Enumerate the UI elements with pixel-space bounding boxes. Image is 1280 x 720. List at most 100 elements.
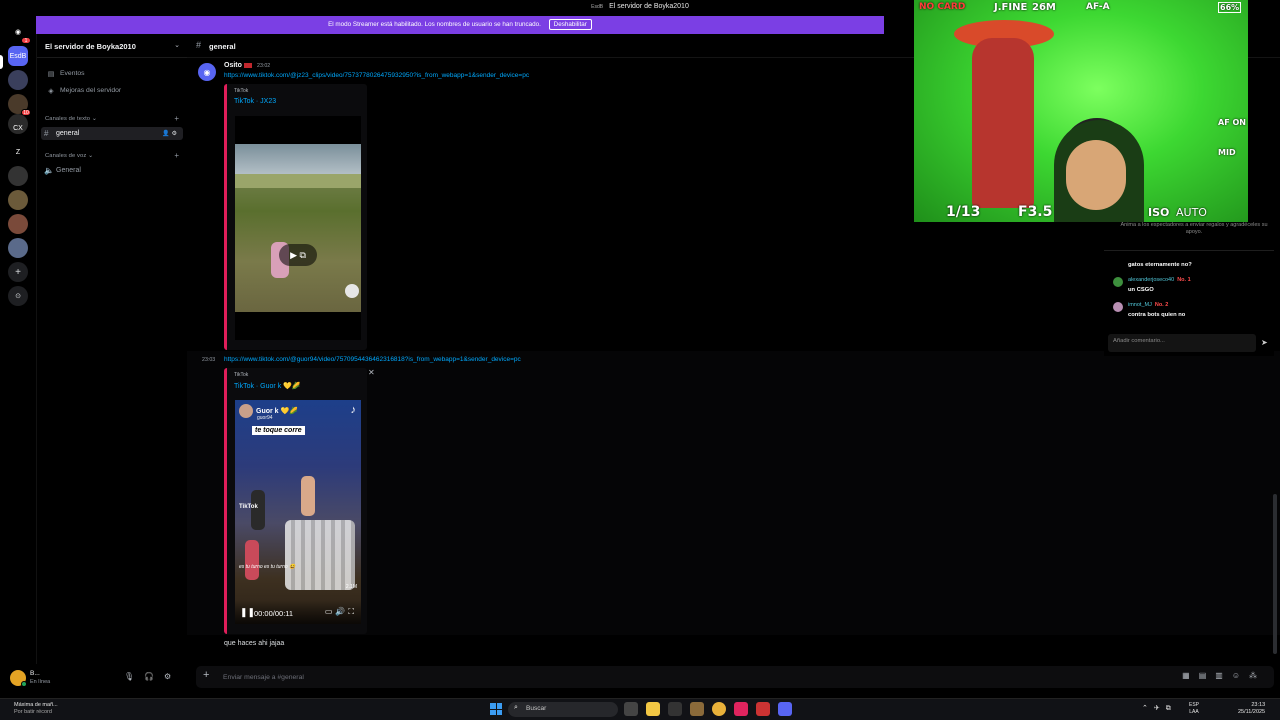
camera-no-card: NO CARD (919, 2, 966, 12)
close-icon[interactable]: ✕ (368, 368, 375, 377)
pause-icon[interactable]: ❚❚ (240, 607, 255, 618)
app-icon[interactable] (690, 702, 704, 716)
search-icon: ⌕ (514, 704, 518, 711)
microphone-icon[interactable]: 🎙 (124, 672, 134, 681)
message-input[interactable] (223, 671, 1123, 683)
chevron-down-icon: ⌄ (174, 42, 180, 49)
windows-start-icon[interactable] (490, 703, 502, 715)
comment-user[interactable]: imnot_MJ No. 2 (1128, 302, 1168, 308)
server-cx[interactable]: CX (8, 118, 28, 138)
discord-icon[interactable] (778, 702, 792, 716)
person-figure (245, 540, 259, 580)
channel-settings-icons[interactable]: 👤⚙ (162, 130, 179, 137)
comment-user[interactable]: alexanderjoseco40 No. 1 (1128, 277, 1191, 283)
avatar (239, 404, 253, 418)
attach-plus-icon[interactable]: + (203, 669, 209, 681)
widget-hint: Anima a los espectadores a enviar regalo… (1120, 222, 1268, 235)
message-link[interactable]: https://www.tiktok.com/@guor94/video/757… (224, 356, 521, 363)
add-channel-icon[interactable]: + (174, 151, 179, 160)
add-channel-icon[interactable]: + (174, 114, 179, 123)
chrome-icon[interactable] (712, 702, 726, 716)
category-text-channels[interactable]: Canales de texto ⌄ (45, 116, 97, 122)
nav-item-events[interactable]: ▤ Eventos (43, 67, 183, 80)
system-tray-icons[interactable]: ⌃✈⧉ (1142, 704, 1177, 713)
ball-shape (345, 284, 359, 298)
stream-chat-widget: Anima a los espectadores a enviar regalo… (1104, 222, 1274, 356)
disable-streamer-button[interactable]: Deshabilitar (548, 19, 592, 30)
clock-time: 23:13 (1251, 702, 1266, 708)
task-view-icon[interactable] (624, 702, 638, 716)
embed-provider: TikTok (234, 88, 249, 94)
channel-title: general (209, 42, 236, 51)
person-figure (301, 476, 315, 516)
compass-icon[interactable]: ⊙ (8, 286, 28, 306)
video-frame: ▶ ⧉ (235, 144, 361, 312)
video-control-icons[interactable]: ▭🔊⛶ (325, 607, 357, 617)
server-header[interactable]: El servidor de Boyka2010 ⌄ (37, 34, 188, 58)
tiktok-app-icon[interactable] (734, 702, 748, 716)
add-server-icon[interactable]: + (8, 262, 28, 282)
hash-icon: # (196, 40, 202, 50)
composer-tool-icons[interactable]: ▦▤▥☺⁂ (1182, 671, 1266, 680)
server-z[interactable]: Z (8, 142, 28, 162)
server-icon[interactable] (8, 166, 28, 186)
language-indicator[interactable]: ESP LAA (1189, 702, 1199, 715)
server-esdb[interactable]: EsdB (8, 46, 28, 66)
message-timestamp: 23:03 (202, 357, 216, 363)
webcam-overlay: NO CARD J.FINE 26M AF-A 66% 1/13 F3.5 IS… (914, 0, 1248, 222)
discord-home-icon[interactable]: ◉ 1 (8, 22, 31, 44)
channel-label: General (56, 167, 81, 174)
server-icon[interactable]: 10 (8, 94, 31, 116)
jersey-figure (972, 38, 1034, 208)
voice-channel-general[interactable]: 🔈 General (41, 164, 183, 177)
headphones-icon[interactable]: 🎧 (144, 672, 154, 681)
server-icon[interactable] (8, 238, 28, 258)
banner-text: El modo Streamer está habilitado. Los no… (328, 21, 541, 28)
avatar[interactable]: ◉ (198, 63, 216, 81)
calendar-icon: ▤ (47, 70, 55, 78)
taskbar-clock[interactable]: 23:13 25/11/2025 (1238, 702, 1265, 716)
file-explorer-icon[interactable] (646, 702, 660, 716)
comment-box (1108, 334, 1256, 352)
message-author[interactable]: Osito (224, 62, 252, 69)
video-player[interactable]: Guor k 💛🌽 guor94 te toque corre ♪ TikTok… (235, 400, 361, 624)
channel-sidebar: El servidor de Boyka2010 ⌄ ▤ Eventos ◈ M… (36, 34, 188, 664)
search-input[interactable] (526, 705, 596, 712)
tiktok-logo-icon: ♪ (350, 404, 357, 416)
comment-input[interactable] (1113, 338, 1233, 344)
message-link[interactable]: https://www.tiktok.com/@jz23_clips/video… (224, 72, 529, 79)
weather-widget[interactable]: Máxima de mañ... Por batir récord (14, 702, 58, 716)
rank-badge: No. 2 (1154, 302, 1169, 308)
app-icon[interactable] (756, 702, 770, 716)
streamer-mode-banner: El modo Streamer está habilitado. Los no… (36, 16, 884, 34)
user-panel: B... En línea 🎙 🎧 ⚙ (0, 664, 187, 698)
server-icon[interactable] (8, 70, 28, 90)
chairs-shape (285, 520, 355, 590)
selected-server-pill (0, 55, 3, 69)
play-button[interactable]: ▶ ⧉ (279, 244, 317, 266)
divider (1104, 250, 1274, 251)
server-icon[interactable] (8, 214, 28, 234)
video-thumbnail[interactable]: ▶ ⧉ (235, 116, 361, 340)
camera-focus: J.FINE (994, 2, 1028, 13)
nav-item-label: Eventos (60, 70, 85, 77)
channel-general[interactable]: # general 👤⚙ (41, 127, 183, 140)
server-icon[interactable] (8, 190, 28, 210)
camera-iso-value: AUTO (1176, 206, 1207, 219)
app-icon[interactable] (668, 702, 682, 716)
channel-label: general (56, 130, 80, 137)
video-time: 00:00/00:11 (254, 609, 294, 618)
video-handle: guor94 (257, 415, 273, 421)
gear-icon[interactable]: ⚙ (164, 672, 171, 681)
nav-item-boosts[interactable]: ◈ Mejoras del servidor (43, 84, 183, 97)
send-icon[interactable]: ➤ (1261, 338, 1268, 347)
clock-date: 25/11/2025 (1238, 709, 1266, 715)
message-composer: + ▦▤▥☺⁂ (196, 666, 1274, 688)
camera-iso-label: ISO (1148, 206, 1170, 219)
embed-title[interactable]: TikTok · JX23 (234, 98, 276, 105)
embed-title[interactable]: TikTok · Guor k 💛🌽 (234, 382, 301, 390)
category-voice-channels[interactable]: Canales de voz ⌄ (45, 153, 93, 159)
message-timestamp: 23:02 (257, 63, 271, 69)
scrollbar[interactable] (1273, 494, 1277, 654)
avatar[interactable] (10, 670, 27, 687)
